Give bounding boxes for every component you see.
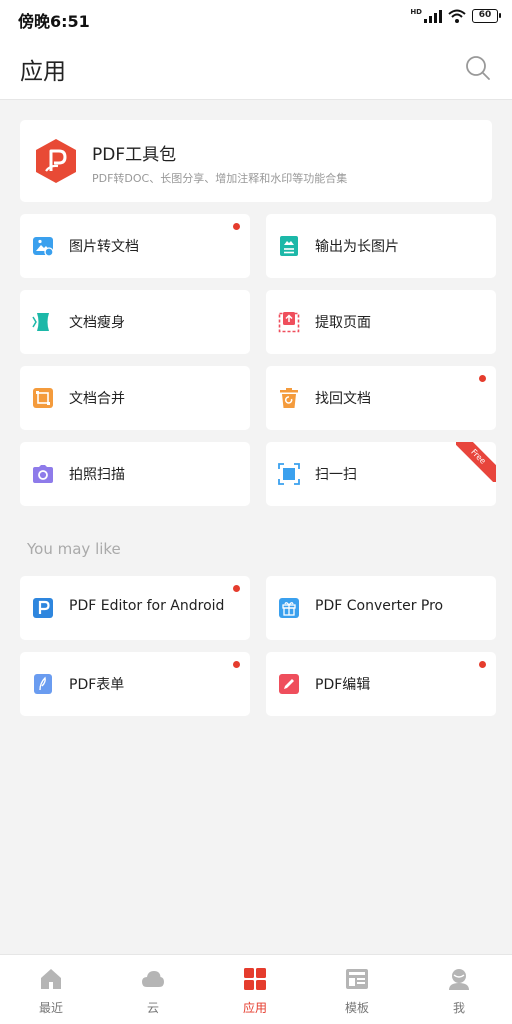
- new-dot: [233, 585, 240, 592]
- search-icon[interactable]: [464, 54, 492, 82]
- home-icon: [41, 969, 61, 989]
- free-badge-text: Free: [456, 442, 496, 482]
- battery-icon: 60: [472, 9, 501, 23]
- tab-label: 我: [452, 1001, 465, 1015]
- tool-extract-page[interactable]: 提取页面: [266, 290, 496, 354]
- status-time: 傍晚6:51: [18, 12, 90, 31]
- battery-level: 60: [478, 10, 492, 20]
- tool-long-image[interactable]: 输出为长图片: [266, 214, 496, 278]
- tool-label: 文档合并: [69, 391, 125, 407]
- new-dot: [479, 375, 486, 382]
- tool-label: 输出为长图片: [315, 239, 399, 255]
- long-image-icon: [280, 236, 298, 256]
- tab-templates[interactable]: 模板: [306, 955, 408, 1024]
- hd-indicator: HD: [410, 8, 422, 16]
- app-header: 应用: [0, 36, 512, 100]
- wifi-icon: [448, 9, 466, 23]
- new-dot: [479, 661, 486, 668]
- tool-recover-doc[interactable]: 找回文档: [266, 366, 496, 430]
- new-dot: [233, 223, 240, 230]
- pdf-logo-icon: [36, 139, 76, 183]
- free-badge: Free: [456, 442, 496, 482]
- qr-scan-icon: [278, 463, 300, 485]
- tool-merge-doc[interactable]: 文档合并: [20, 366, 250, 430]
- tab-label: 最近: [38, 1001, 63, 1015]
- like-label: PDF Editor for Android: [69, 598, 225, 614]
- like-pdf-converter-pro[interactable]: PDF Converter Pro: [266, 576, 496, 640]
- status-bar: 傍晚6:51 HD 60: [0, 0, 512, 36]
- template-icon: [346, 969, 368, 989]
- pdf-toolkit-title: PDF工具包: [92, 145, 177, 165]
- apps-grid-icon: [244, 968, 266, 990]
- tab-cloud[interactable]: 云: [102, 955, 204, 1024]
- gift-icon: [279, 598, 299, 618]
- bottom-tab-bar: 最近 云 应用 模板 我: [0, 954, 512, 1024]
- tool-label: 文档瘦身: [69, 315, 125, 331]
- like-pdf-editor-android[interactable]: PDF Editor for Android: [20, 576, 250, 640]
- like-label: PDF编辑: [315, 677, 371, 693]
- tab-me[interactable]: 我: [408, 955, 510, 1024]
- tool-label: 图片转文档: [69, 239, 139, 255]
- tab-label: 应用: [242, 1001, 267, 1015]
- like-pdf-edit[interactable]: PDF编辑: [266, 652, 496, 716]
- tool-camera-scan[interactable]: 拍照扫描: [20, 442, 250, 506]
- tab-recent[interactable]: 最近: [0, 955, 102, 1024]
- pdf-form-icon: [34, 674, 52, 694]
- like-pdf-form[interactable]: PDF表单: [20, 652, 250, 716]
- tab-apps[interactable]: 应用: [204, 955, 306, 1024]
- tool-slim-doc[interactable]: 文档瘦身: [20, 290, 250, 354]
- camera-scan-icon: [33, 465, 53, 483]
- pdf-edit-icon: [279, 674, 299, 694]
- slim-doc-icon: [32, 313, 49, 331]
- status-icons: HD 60: [410, 8, 501, 23]
- merge-doc-icon: [33, 388, 53, 408]
- pdf-editor-icon: [33, 598, 53, 618]
- like-label: PDF Converter Pro: [315, 598, 444, 614]
- tool-label: 拍照扫描: [69, 467, 125, 483]
- signal-icon: [424, 9, 442, 23]
- tool-qr-scan[interactable]: 扫一扫 Free: [266, 442, 496, 506]
- tab-label: 云: [146, 1001, 159, 1015]
- pdf-toolkit-card[interactable]: PDF工具包 PDF转DOC、长图分享、增加注释和水印等功能合集: [20, 120, 492, 202]
- image-to-doc-icon: [33, 237, 54, 257]
- like-label: PDF表单: [69, 677, 125, 693]
- tool-label: 扫一扫: [315, 467, 357, 483]
- profile-icon: [449, 969, 469, 990]
- new-dot: [233, 661, 240, 668]
- cloud-icon: [142, 971, 164, 987]
- recover-doc-icon: [280, 388, 298, 408]
- tool-label: 提取页面: [315, 315, 371, 331]
- tool-label: 找回文档: [315, 391, 371, 407]
- page-title: 应用: [20, 59, 66, 85]
- pdf-toolkit-subtitle: PDF转DOC、长图分享、增加注释和水印等功能合集: [92, 172, 348, 185]
- tab-label: 模板: [344, 1001, 369, 1015]
- tool-image-to-doc[interactable]: 图片转文档: [20, 214, 250, 278]
- extract-page-icon: [278, 312, 300, 333]
- section-heading: You may like: [27, 540, 121, 558]
